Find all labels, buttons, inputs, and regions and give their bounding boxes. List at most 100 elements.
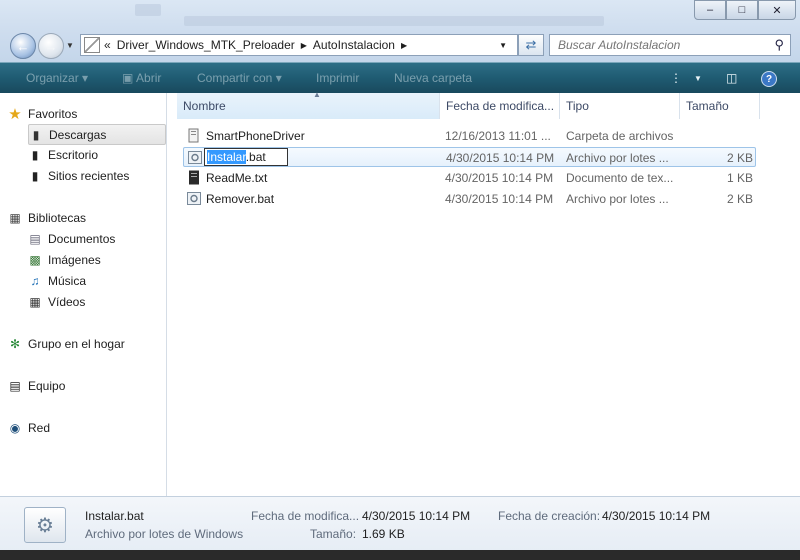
print-button[interactable]: Imprimir: [316, 71, 359, 85]
nav-network[interactable]: ◉ Red: [8, 418, 164, 438]
preview-pane-icon[interactable]: ◫: [726, 71, 737, 85]
batch-file-icon: [187, 192, 201, 205]
column-type[interactable]: Tipo: [560, 93, 680, 119]
nav-label: Descargas: [49, 127, 107, 142]
view-options-icon[interactable]: ⋮: [670, 71, 682, 85]
documents-icon: ▤: [29, 232, 41, 246]
breadcrumb-item[interactable]: AutoInstalacion: [313, 38, 395, 52]
background-ghost: [135, 4, 161, 16]
downloads-icon: ▮: [32, 127, 40, 142]
minimize-button[interactable]: –: [694, 0, 726, 20]
batch-file-large-icon: ⚙: [24, 507, 66, 543]
view-dropdown-icon[interactable]: ▼: [694, 74, 702, 83]
nav-label: Favoritos: [28, 107, 78, 121]
rename-extension: .bat: [245, 150, 266, 164]
chevron-right-icon[interactable]: ▶: [301, 41, 307, 50]
folder-icon: [188, 128, 199, 143]
refresh-icon: ⇄: [525, 37, 537, 52]
file-type: Carpeta de archivos: [566, 129, 674, 143]
breadcrumb-item[interactable]: Driver_Windows_MTK_Preloader: [117, 38, 295, 52]
star-icon: ★: [8, 106, 22, 123]
address-overflow[interactable]: «: [104, 38, 111, 52]
address-dropdown-icon[interactable]: ▼: [499, 41, 507, 50]
details-size-value: 1.69 KB: [362, 527, 405, 541]
file-row[interactable]: SmartPhoneDriver 12/16/2013 11:01 ... Ca…: [183, 126, 756, 146]
details-modified-value: 4/30/2015 10:14 PM: [362, 509, 471, 523]
recent-places-icon: ▮: [31, 169, 39, 183]
close-button[interactable]: ✕: [758, 0, 796, 20]
nav-videos[interactable]: ▦ Vídeos: [28, 292, 164, 312]
search-input[interactable]: [550, 37, 772, 53]
folder-path-icon: [84, 37, 100, 53]
file-row-selected[interactable]: Instalar.bat 4/30/2015 10:14 PM Archivo …: [183, 147, 756, 167]
arrow-right-icon: →: [44, 38, 58, 54]
nav-recent[interactable]: ▮ Sitios recientes: [28, 166, 164, 186]
rename-selection: Instalar: [207, 150, 246, 164]
open-button[interactable]: ▣ Abrir: [122, 71, 161, 85]
help-button[interactable]: ?: [761, 71, 777, 87]
nav-favorites[interactable]: ★ Favoritos: [8, 104, 164, 124]
details-file-name: Instalar.bat: [85, 509, 144, 523]
file-date: 4/30/2015 10:14 PM: [445, 192, 554, 206]
rename-input[interactable]: Instalar.bat: [204, 148, 288, 166]
search-icon[interactable]: ⚲: [774, 37, 784, 53]
column-label: Nombre: [183, 99, 226, 113]
details-pane: ⚙ Instalar.bat Archivo por lotes de Wind…: [0, 496, 800, 551]
nav-homegroup[interactable]: ✻ Grupo en el hogar: [8, 334, 164, 354]
back-button[interactable]: ←: [10, 33, 36, 59]
nav-libraries[interactable]: ▦ Bibliotecas: [8, 208, 164, 228]
nav-label: Música: [48, 274, 87, 288]
details-created-value: 4/30/2015 10:14 PM: [602, 509, 711, 523]
sort-ascending-icon: ▲: [313, 90, 321, 99]
libraries-icon: ▦: [9, 211, 21, 225]
nav-label: Sitios recientes: [48, 169, 130, 183]
chevron-right-icon[interactable]: ▶: [401, 41, 407, 50]
file-name: SmartPhoneDriver: [206, 129, 305, 143]
file-row[interactable]: Remover.bat 4/30/2015 10:14 PM Archivo p…: [183, 189, 756, 209]
explorer-window: – □ ✕ ← → ▼ « Driver_Windows_MTK_Preload…: [0, 0, 800, 560]
file-row[interactable]: ReadMe.txt 4/30/2015 10:14 PM Documento …: [183, 168, 756, 188]
nav-downloads[interactable]: ▮ Descargas: [28, 124, 166, 145]
new-folder-button[interactable]: Nueva carpeta: [394, 71, 472, 85]
navigation-pane: ★ Favoritos ▮ Descargas ▮ Escritorio ▮ S…: [0, 93, 167, 496]
share-button[interactable]: Compartir con ▾: [197, 71, 282, 85]
text-file-icon: [189, 170, 199, 185]
file-type: Archivo por lotes ...: [566, 151, 669, 165]
nav-computer[interactable]: ▤ Equipo: [8, 376, 164, 396]
nav-documents[interactable]: ▤ Documentos: [28, 229, 164, 249]
nav-label: Grupo en el hogar: [28, 337, 125, 351]
music-icon: ♫: [30, 274, 40, 288]
organize-button[interactable]: Organizar ▾: [26, 71, 88, 85]
column-header-row: ▲ Nombre Fecha de modifica... Tipo Tamañ…: [167, 90, 800, 119]
address-bar[interactable]: « Driver_Windows_MTK_Preloader ▶ AutoIns…: [80, 34, 518, 56]
nav-label: Imágenes: [48, 253, 101, 267]
maximize-button[interactable]: □: [726, 0, 758, 20]
file-name: Remover.bat: [206, 192, 275, 206]
column-date[interactable]: Fecha de modifica...: [440, 93, 560, 119]
file-date: 12/16/2013 11:01 ...: [445, 129, 551, 143]
file-date: 4/30/2015 10:14 PM: [445, 171, 554, 185]
refresh-button[interactable]: ⇄: [518, 34, 544, 56]
column-size[interactable]: Tamaño: [680, 93, 760, 119]
window-controls: – □ ✕: [694, 0, 796, 20]
nav-label: Documentos: [48, 232, 116, 246]
nav-label: Red: [28, 421, 51, 435]
nav-label: Escritorio: [48, 148, 99, 162]
batch-file-icon: [188, 151, 202, 164]
window-header: – □ ✕ ← → ▼ « Driver_Windows_MTK_Preload…: [0, 0, 800, 62]
nav-images[interactable]: ▩ Imágenes: [28, 250, 164, 270]
forward-button[interactable]: →: [38, 33, 64, 59]
file-date: 4/30/2015 10:14 PM: [446, 151, 555, 165]
details-modified-label: Fecha de modifica...: [251, 509, 360, 523]
column-name[interactable]: ▲ Nombre: [177, 90, 440, 119]
file-size: 2 KB: [726, 151, 753, 165]
details-size-label: Tamaño:: [310, 527, 357, 541]
nav-desktop[interactable]: ▮ Escritorio: [28, 145, 164, 165]
search-box[interactable]: ⚲: [549, 34, 791, 56]
nav-label: Bibliotecas: [28, 211, 87, 225]
column-label: Tipo: [566, 99, 589, 113]
recent-pages-dropdown[interactable]: ▼: [66, 41, 74, 50]
nav-label: Vídeos: [48, 295, 86, 309]
column-label: Fecha de modifica...: [446, 99, 555, 113]
nav-music[interactable]: ♫ Música: [28, 271, 164, 291]
